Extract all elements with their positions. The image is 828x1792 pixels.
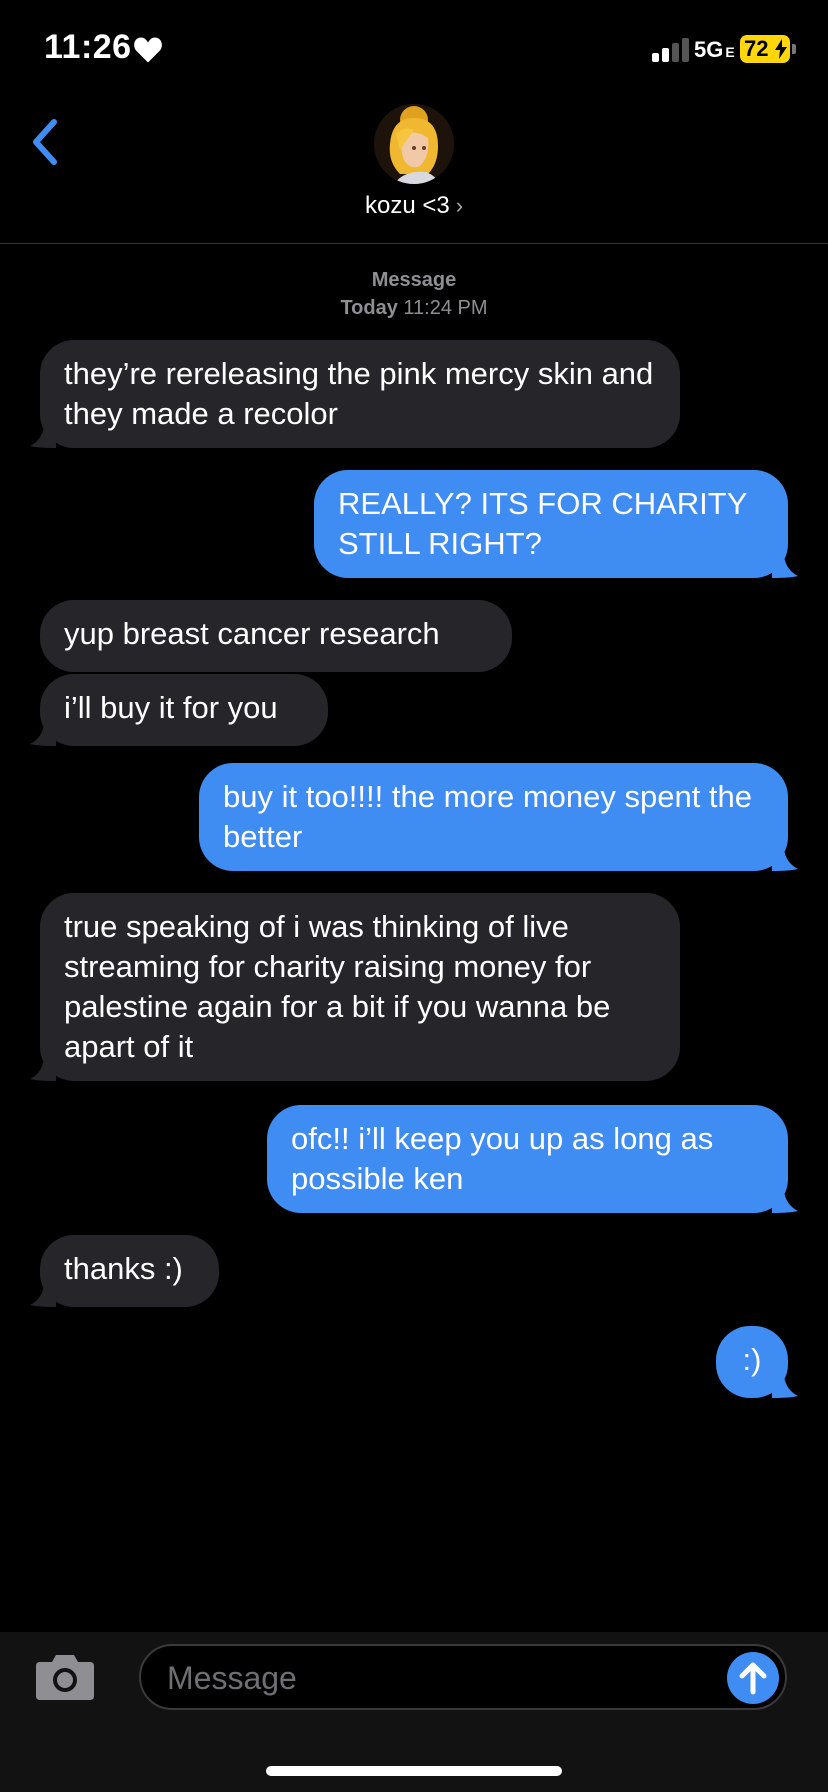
bubble-tail [772, 1191, 798, 1213]
message-text: ofc!! i’ll keep you up as long as possib… [291, 1121, 714, 1196]
outgoing-message-bubble[interactable]: REALLY? ITS FOR CHARITY STILL RIGHT? [314, 470, 798, 578]
signal-strength-icon [652, 38, 689, 62]
send-button[interactable] [727, 1652, 779, 1704]
bubble-tail [30, 1285, 56, 1307]
status-time: 11:26 [44, 28, 132, 66]
timestamp-time: 11:24 PM [403, 297, 488, 319]
contact-name-label: kozu <3 [364, 192, 450, 219]
message-input-field[interactable] [139, 1644, 787, 1710]
outgoing-message-bubble[interactable]: buy it too!!!! the more money spent the … [199, 763, 798, 871]
contact-avatar[interactable] [374, 104, 454, 184]
message-text: REALLY? ITS FOR CHARITY STILL RIGHT? [338, 486, 747, 561]
camera-icon[interactable] [34, 1652, 96, 1702]
bubble-tail [772, 556, 798, 578]
message-text: :) [742, 1342, 762, 1377]
message-input[interactable] [165, 1654, 669, 1702]
arrow-up-icon [739, 1662, 767, 1695]
battery-percent: 72 [744, 36, 769, 61]
back-chevron-icon[interactable] [26, 114, 66, 170]
home-indicator[interactable] [266, 1766, 562, 1776]
bubble-tail [30, 426, 56, 448]
avatar-image [374, 104, 454, 184]
bubble-tail [772, 1376, 798, 1398]
outgoing-message-bubble[interactable]: :) [716, 1326, 798, 1398]
battery-indicator: 72 [740, 35, 790, 63]
message-text: yup breast cancer research [64, 616, 440, 651]
bubble-tail [30, 1059, 56, 1081]
incoming-message-bubble[interactable]: they’re rereleasing the pink mercy skin … [30, 340, 680, 448]
timestamp-day: Today [340, 297, 398, 319]
message-text: buy it too!!!! the more money spent the … [223, 779, 753, 854]
bubble-tail [30, 724, 56, 746]
incoming-message-bubble[interactable]: thanks :) [30, 1235, 219, 1307]
message-text: they’re rereleasing the pink mercy skin … [64, 356, 654, 431]
conversation-header: kozu <3 › [0, 100, 828, 244]
incoming-message-bubble[interactable]: true speaking of i was thinking of live … [30, 893, 680, 1081]
timestamp-line: Today 11:24 PM [0, 294, 828, 322]
contact-name[interactable]: kozu <3 › [0, 192, 828, 220]
service-label: Message [371, 269, 457, 291]
bubble-tail [772, 849, 798, 871]
network-indicator: 5G E [694, 37, 735, 62]
incoming-message-bubble[interactable]: yup breast cancer research [40, 600, 512, 672]
thread-timestamp: Message Today 11:24 PM [0, 266, 828, 322]
heart-icon [134, 37, 162, 63]
status-bar: 11:26 5G E 72 [0, 0, 828, 100]
outgoing-message-bubble[interactable]: ofc!! i’ll keep you up as long as possib… [267, 1105, 798, 1213]
chevron-right-icon: › [455, 193, 464, 218]
charging-bolt-icon [775, 39, 787, 59]
message-text: i’ll buy it for you [64, 690, 278, 725]
battery-tip [792, 44, 796, 54]
incoming-message-bubble[interactable]: i’ll buy it for you [30, 674, 328, 746]
message-text: thanks :) [64, 1251, 183, 1286]
message-text: true speaking of i was thinking of live … [64, 909, 611, 1064]
